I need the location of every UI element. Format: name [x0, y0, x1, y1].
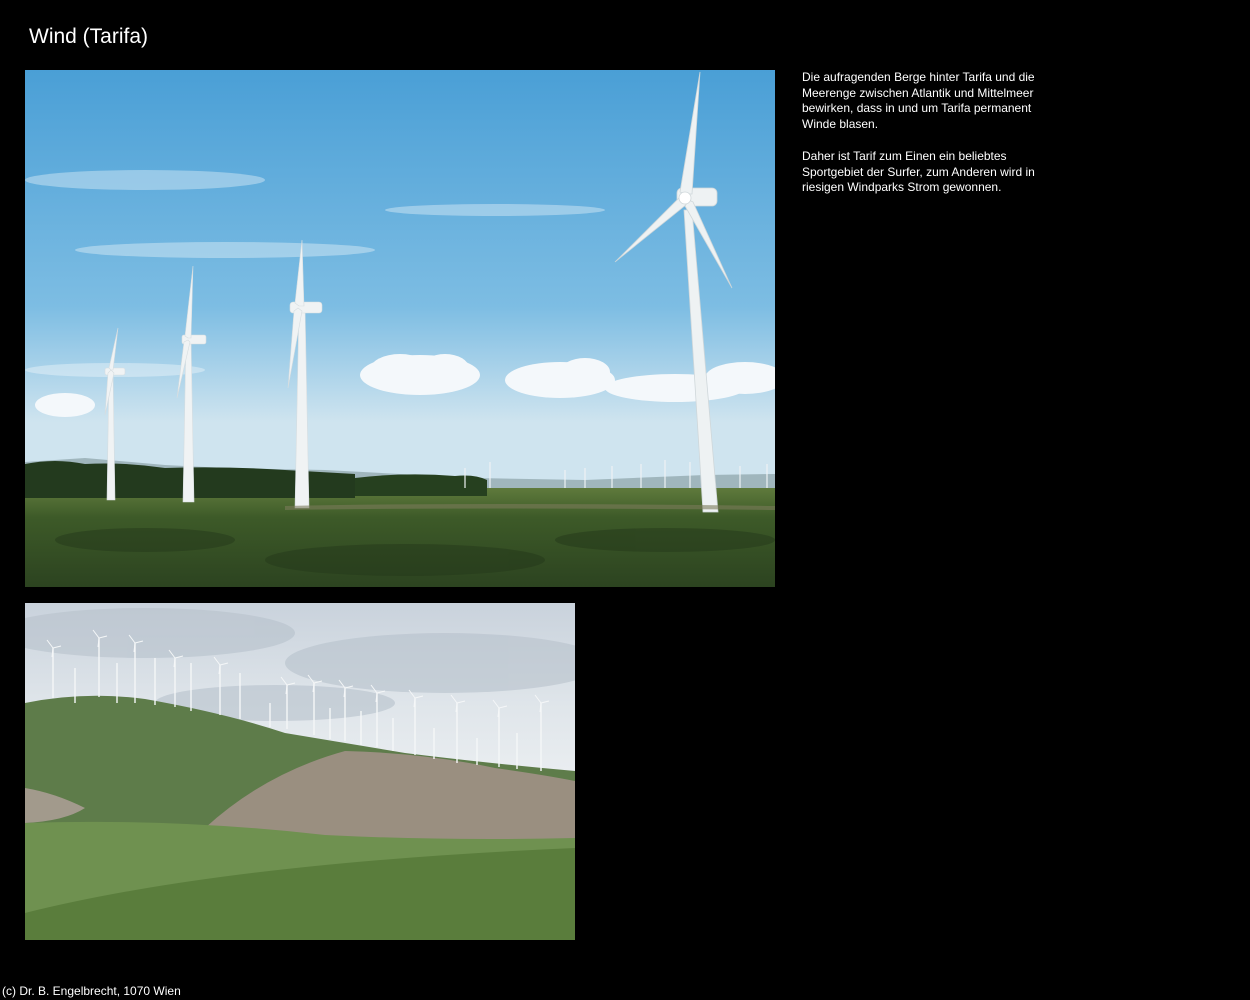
page-title: Wind (Tarifa)	[29, 25, 149, 48]
photo2-image	[25, 603, 575, 940]
photo-wind-turbines-field	[25, 70, 775, 587]
copyright-footer: (c) Dr. B. Engelbrecht, 1070 Wien	[2, 984, 181, 998]
description-paragraph-2: Daher ist Tarif zum Einen ein beliebtes …	[802, 148, 1035, 195]
photo1-image	[25, 70, 775, 587]
description-paragraph-1: Die aufragenden Berge hinter Tarifa und …	[802, 70, 1035, 132]
photo-wind-turbines-hill	[25, 603, 575, 940]
description-text: Die aufragenden Berge hinter Tarifa und …	[802, 70, 1052, 212]
